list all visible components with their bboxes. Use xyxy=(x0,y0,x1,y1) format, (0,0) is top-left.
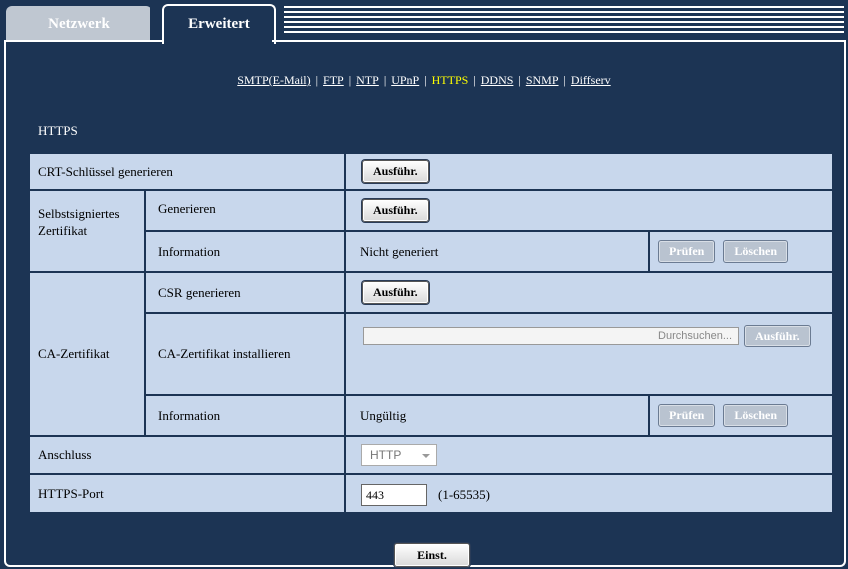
subnav-separator: | xyxy=(563,73,566,87)
tab-bar: Netzwerk Erweitert xyxy=(0,0,848,44)
subnav-ddns[interactable]: DDNS xyxy=(481,73,514,87)
subnav-separator: | xyxy=(424,73,427,87)
connection-selected-value: HTTP xyxy=(370,448,402,462)
ca-label-cell: CA-Zertifikat xyxy=(30,273,146,437)
subnav-separator: | xyxy=(383,73,387,87)
ca-csr-label-cell: CSR generieren xyxy=(146,273,346,314)
crt-action-cell: Ausführ. xyxy=(346,154,834,191)
ca-check-button[interactable]: Prüfen xyxy=(658,404,716,427)
self-signed-info-label: Information xyxy=(158,243,221,259)
section-title-text: HTTPS xyxy=(38,122,78,138)
connection-select[interactable]: HTTP xyxy=(361,444,437,466)
ca-delete-button[interactable]: Löschen xyxy=(723,404,789,427)
subnav-ftp[interactable]: FTP xyxy=(323,73,344,87)
subnav-ntp[interactable]: NTP xyxy=(356,73,379,87)
settings-window: Netzwerk Erweitert SMTP(E-Mail) | FTP | NTP |… xyxy=(0,0,848,569)
ca-csr-button[interactable]: Ausführ. xyxy=(362,281,429,304)
crt-label-cell: CRT-Schlüssel generieren xyxy=(30,154,346,191)
self-signed-label-cell: Selbstsigniertes Zertifikat xyxy=(30,191,146,273)
https-port-label-cell: HTTPS-Port xyxy=(30,475,346,514)
ca-info-cell: Ungültig xyxy=(346,396,650,437)
ca-actions-cell: Prüfen Löschen xyxy=(650,396,834,437)
self-signed-info-cell: Nicht generiert xyxy=(346,232,650,273)
ca-info-label-cell: Information xyxy=(146,396,346,437)
self-signed-generate-button[interactable]: Ausführ. xyxy=(362,199,429,222)
ca-file-input[interactable]: Durchsuchen... xyxy=(363,327,739,345)
ca-install-label-cell: CA-Zertifikat installieren xyxy=(146,314,346,396)
ca-csr-cell: Ausführ. xyxy=(346,273,834,314)
tab-decoration-stripes xyxy=(284,6,844,36)
set-button[interactable]: Einst. xyxy=(394,543,470,567)
subnav-snmp[interactable]: SNMP xyxy=(526,73,559,87)
ca-info-value: Ungültig xyxy=(360,407,407,423)
https-port-input[interactable]: 443 xyxy=(361,484,427,506)
tab-netzwerk[interactable]: Netzwerk xyxy=(6,6,152,42)
self-signed-actions-cell: Prüfen Löschen xyxy=(650,232,834,273)
crt-label: CRT-Schlüssel generieren xyxy=(38,163,173,179)
browse-label[interactable]: Durchsuchen... xyxy=(658,330,732,342)
tab-divider xyxy=(150,6,160,42)
self-signed-delete-button[interactable]: Löschen xyxy=(723,240,789,263)
subnav-upnp[interactable]: UPnP xyxy=(391,73,419,87)
subnav-separator: | xyxy=(473,73,476,87)
chevron-down-icon xyxy=(422,454,430,458)
crt-execute-button[interactable]: Ausführ. xyxy=(362,160,429,183)
self-signed-generate-label-cell: Generieren xyxy=(146,191,346,232)
ca-csr-label: CSR generieren xyxy=(158,284,241,300)
subnav-separator: | xyxy=(348,73,352,87)
ca-label: CA-Zertifikat xyxy=(38,346,110,361)
self-signed-label: Selbstsigniertes Zertifikat xyxy=(38,206,120,238)
subnav-diffserv[interactable]: Diffserv xyxy=(571,73,611,87)
self-signed-info-value: Nicht generiert xyxy=(360,243,439,259)
subnav-separator: | xyxy=(315,73,319,87)
subnav-smtp[interactable]: SMTP(E-Mail) xyxy=(237,73,310,87)
self-signed-generate-label: Generieren xyxy=(158,201,216,216)
self-signed-check-button[interactable]: Prüfen xyxy=(658,240,716,263)
section-title: HTTPS xyxy=(30,114,834,149)
connection-label: Anschluss xyxy=(38,447,92,462)
https-port-value: 443 xyxy=(366,488,384,502)
https-port-range: (1-65535) xyxy=(438,487,490,502)
subnav: SMTP(E-Mail) | FTP | NTP | UPnP | HTTPS | DDNS | SNM… xyxy=(0,73,848,88)
self-signed-generate-cell: Ausführ. xyxy=(346,191,834,232)
connection-label-cell: Anschluss xyxy=(30,437,346,475)
ca-install-label: CA-Zertifikat installieren xyxy=(158,346,291,361)
tab-erweitert[interactable]: Erweitert xyxy=(162,4,276,44)
ca-info-label: Information xyxy=(158,407,221,423)
ca-install-button[interactable]: Ausführ. xyxy=(744,325,811,347)
https-port-label: HTTPS-Port xyxy=(38,485,104,501)
self-signed-info-label-cell: Information xyxy=(146,232,346,273)
subnav-https[interactable]: HTTPS xyxy=(432,73,469,87)
subnav-separator: | xyxy=(518,73,521,87)
